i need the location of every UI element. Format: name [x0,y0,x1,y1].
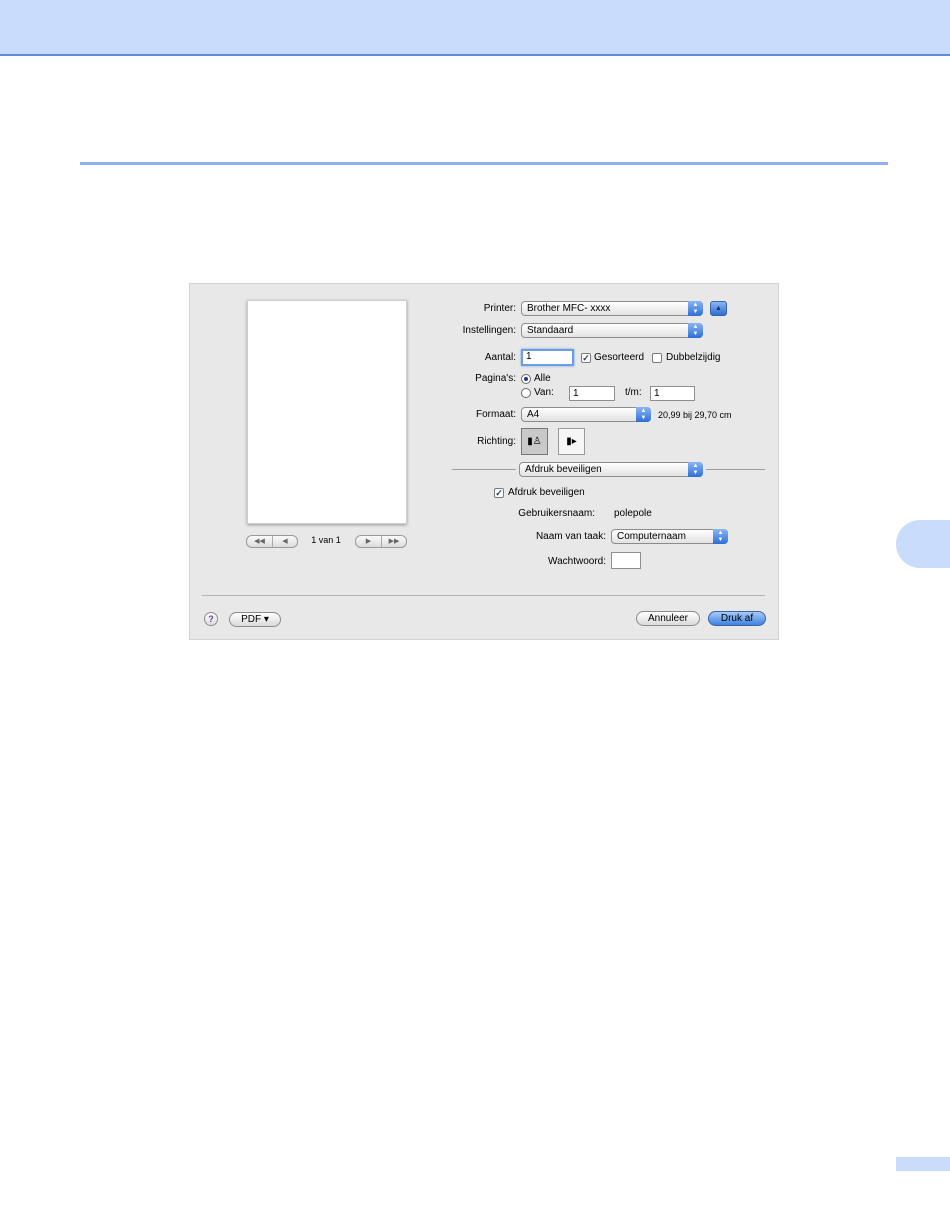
presets-value: Standaard [527,325,574,336]
chapter-tab [896,520,950,568]
copies-input[interactable]: 1 [521,349,574,366]
page-count: 1 van 1 [311,535,341,545]
orientation-label: Richting: [477,436,516,447]
jobname-select[interactable]: Computernaam ▲ ▼ [611,529,728,544]
panel-select-value: Afdruk beveiligen [525,464,602,475]
collapse-details-button[interactable]: ▲ [710,301,727,316]
password-input[interactable] [611,552,641,569]
username-value: polepole [614,508,652,519]
help-button[interactable]: ? [204,612,218,626]
header-band [0,0,950,56]
landscape-button[interactable]: ▮▸ [558,428,585,455]
pages-to-input[interactable]: 1 [650,386,695,401]
landscape-icon: ▮▸ [566,436,577,447]
disclosure-up-icon: ▲ [715,305,722,312]
paper-size-select[interactable]: A4 ▲ ▼ [521,407,651,422]
prev-page-button[interactable]: ◀ [272,536,297,547]
separator-left [452,469,516,470]
pages-from-label: Van: [534,387,554,398]
pages-all-radio[interactable] [521,374,531,384]
popup-arrows-icon: ▲ ▼ [688,301,703,316]
jobname-value: Computernaam [617,531,686,542]
duplex-label: Dubbelzijdig [666,352,721,363]
print-dialog: ◀◀ ◀ 1 van 1 ▶ ▶▶ Printer: Brother MFC- … [189,283,779,640]
pages-all-label: Alle [534,373,551,384]
pages-from-input[interactable]: 1 [569,386,615,401]
portrait-button[interactable]: ▮♙ [521,428,548,455]
preview-nav-forward: ▶ ▶▶ [355,535,407,548]
first-page-button[interactable]: ◀◀ [247,536,272,547]
portrait-icon: ▮♙ [527,436,542,447]
last-page-button[interactable]: ▶▶ [381,536,406,547]
printer-select[interactable]: Brother MFC- xxxx ▲ ▼ [521,301,703,316]
printer-label: Printer: [483,303,516,314]
help-icon: ? [208,614,214,624]
preview-nav-back: ◀◀ ◀ [246,535,298,548]
pages-to-label: t/m: [625,387,642,398]
paper-size-value: A4 [527,409,540,420]
cancel-button[interactable]: Annuleer [636,611,700,626]
secure-print-checkbox[interactable]: ✓ [494,488,504,498]
checkmark-icon: ✓ [582,353,590,363]
collated-checkbox[interactable]: ✓ [581,353,591,363]
presets-select[interactable]: Standaard ▲ ▼ [521,323,703,338]
section-divider [80,162,888,165]
pages-label: Pagina's: [475,373,516,384]
print-button[interactable]: Druk af [708,611,766,626]
username-label: Gebruikersnaam: [518,508,595,519]
pdf-button[interactable]: PDF ▾ [229,612,281,627]
popup-arrows-icon: ▲ ▼ [688,462,703,477]
paper-size-label: Formaat: [475,409,516,420]
page-preview [247,300,407,524]
checkmark-icon: ✓ [495,488,503,498]
secure-print-label: Afdruk beveiligen [508,487,585,498]
jobname-label: Naam van taak: [535,531,606,542]
copies-label: Aantal: [484,352,516,363]
pages-range-radio[interactable] [521,388,531,398]
panel-select[interactable]: Afdruk beveiligen ▲ ▼ [519,462,703,477]
page-number-tab [896,1157,950,1171]
next-page-button[interactable]: ▶ [356,536,381,547]
password-label: Wachtwoord: [548,556,606,567]
duplex-checkbox[interactable] [652,353,662,363]
printer-value: Brother MFC- xxxx [527,303,611,314]
presets-label: Instellingen: [462,325,516,336]
separator-right [706,469,765,470]
popup-arrows-icon: ▲ ▼ [713,529,728,544]
popup-arrows-icon: ▲ ▼ [636,407,651,422]
paper-dimensions: 20,99 bij 29,70 cm [658,410,732,420]
popup-arrows-icon: ▲ ▼ [688,323,703,338]
footer-separator [202,595,765,596]
collated-label: Gesorteerd [594,352,645,363]
